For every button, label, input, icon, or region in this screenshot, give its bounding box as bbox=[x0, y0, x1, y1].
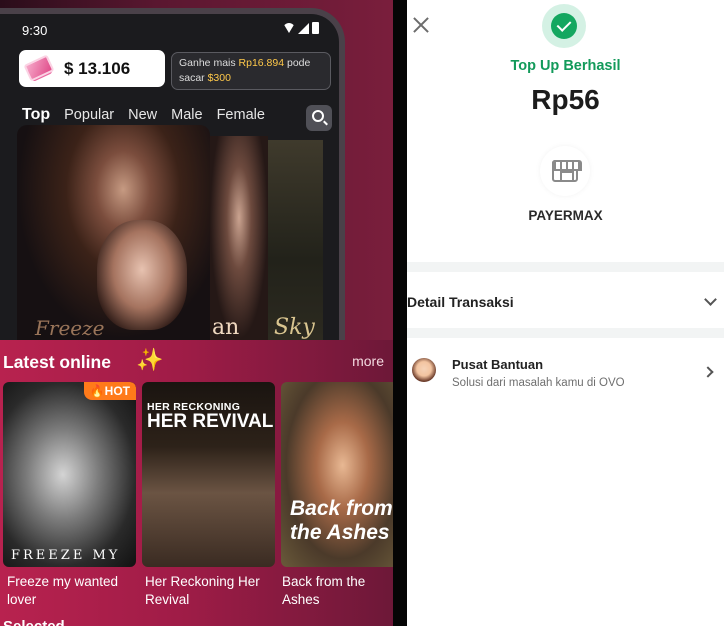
drama-card-freeze[interactable]: 🔥HOT FREEZE MY bbox=[3, 382, 136, 567]
earn-cash: $300 bbox=[207, 72, 231, 84]
drama-title[interactable]: Her Reckoning Her Revival bbox=[145, 573, 278, 609]
featured-banner-main[interactable]: Freeze bbox=[17, 125, 210, 340]
payment-result-panel: Top Up Berhasil Rp56 PAYERMAX Detail Tra… bbox=[407, 0, 724, 626]
drama-title[interactable]: Back from the Ashes bbox=[282, 573, 393, 609]
cover-title: HER REVIVAL bbox=[147, 411, 274, 432]
status-label: Top Up Berhasil bbox=[510, 58, 621, 74]
tab-male[interactable]: Male bbox=[171, 107, 202, 123]
wifi-icon bbox=[283, 23, 295, 33]
balance-card[interactable]: $ 13.106 bbox=[19, 50, 165, 87]
signal-icon bbox=[298, 22, 309, 34]
chevron-down-icon bbox=[704, 293, 717, 306]
help-title: Pusat Bantuan bbox=[452, 357, 544, 372]
help-avatar bbox=[412, 358, 436, 382]
earn-prefix: Ganhe mais bbox=[179, 57, 239, 69]
empty-area bbox=[407, 406, 724, 626]
close-icon[interactable] bbox=[410, 14, 432, 36]
status-time: 9:30 bbox=[22, 23, 48, 38]
earn-more-prompt[interactable]: Ganhe mais Rp16.894 pode sacar $300 bbox=[171, 52, 331, 90]
earn-amount: Rp16.894 bbox=[238, 57, 285, 69]
drama-title[interactable]: Freeze my wanted lover bbox=[7, 573, 140, 609]
more-link[interactable]: more bbox=[352, 353, 384, 369]
panel-divider bbox=[393, 0, 407, 626]
banner-title: Sky bbox=[274, 315, 315, 340]
help-center-row[interactable]: Pusat Bantuan Solusi dari masalah kamu d… bbox=[407, 338, 724, 406]
store-badge bbox=[540, 146, 590, 196]
featured-banner-third[interactable]: Sky bbox=[268, 140, 323, 340]
help-subtitle: Solusi dari masalah kamu di OVO bbox=[452, 377, 625, 389]
hot-badge: 🔥HOT bbox=[83, 382, 136, 400]
chevron-right-icon bbox=[702, 366, 714, 378]
featured-banner-second[interactable]: an bbox=[210, 136, 268, 340]
tab-new[interactable]: New bbox=[128, 107, 157, 123]
drama-card-reckoning[interactable]: HER RECKONING HER REVIVAL bbox=[142, 382, 275, 567]
money-icon bbox=[23, 53, 55, 83]
tab-top[interactable]: Top bbox=[22, 106, 50, 131]
tab-female[interactable]: Female bbox=[217, 107, 265, 123]
status-bar: 9:30 bbox=[0, 14, 339, 42]
detail-label: Detail Transaksi bbox=[407, 294, 514, 310]
cover-text: FREEZE MY bbox=[11, 548, 121, 563]
search-icon bbox=[312, 110, 324, 122]
category-tabs: Top Popular New Male Female bbox=[22, 106, 265, 131]
drama-card-ashes[interactable]: Back from the Ashes bbox=[281, 382, 393, 567]
status-icons bbox=[283, 22, 319, 34]
selected-section-title: Selected bbox=[3, 618, 65, 626]
cover-text: Back from the Ashes bbox=[290, 497, 393, 544]
store-icon bbox=[552, 160, 582, 182]
banner-title: Freeze bbox=[35, 316, 105, 340]
success-badge bbox=[542, 4, 586, 48]
battery-icon bbox=[312, 22, 319, 34]
balance-amount: $ 13.106 bbox=[64, 58, 131, 78]
search-button[interactable] bbox=[306, 105, 332, 131]
merchant-name: PAYERMAX bbox=[528, 208, 603, 223]
tab-popular[interactable]: Popular bbox=[64, 107, 114, 123]
sparkle-icon: ✨ bbox=[136, 347, 164, 372]
banner-title: an bbox=[212, 315, 240, 340]
latest-online-section: Latest online ✨ more 🔥HOT FREEZE MY Free… bbox=[0, 340, 393, 626]
transaction-details-toggle[interactable]: Detail Transaksi bbox=[407, 272, 724, 328]
drama-app-panel: 9:30 $ 13.106 Ganhe mais Rp16.894 pode s… bbox=[0, 0, 393, 626]
check-icon bbox=[551, 13, 577, 39]
section-title: Latest online bbox=[3, 352, 111, 372]
payment-amount: Rp56 bbox=[531, 84, 600, 115]
